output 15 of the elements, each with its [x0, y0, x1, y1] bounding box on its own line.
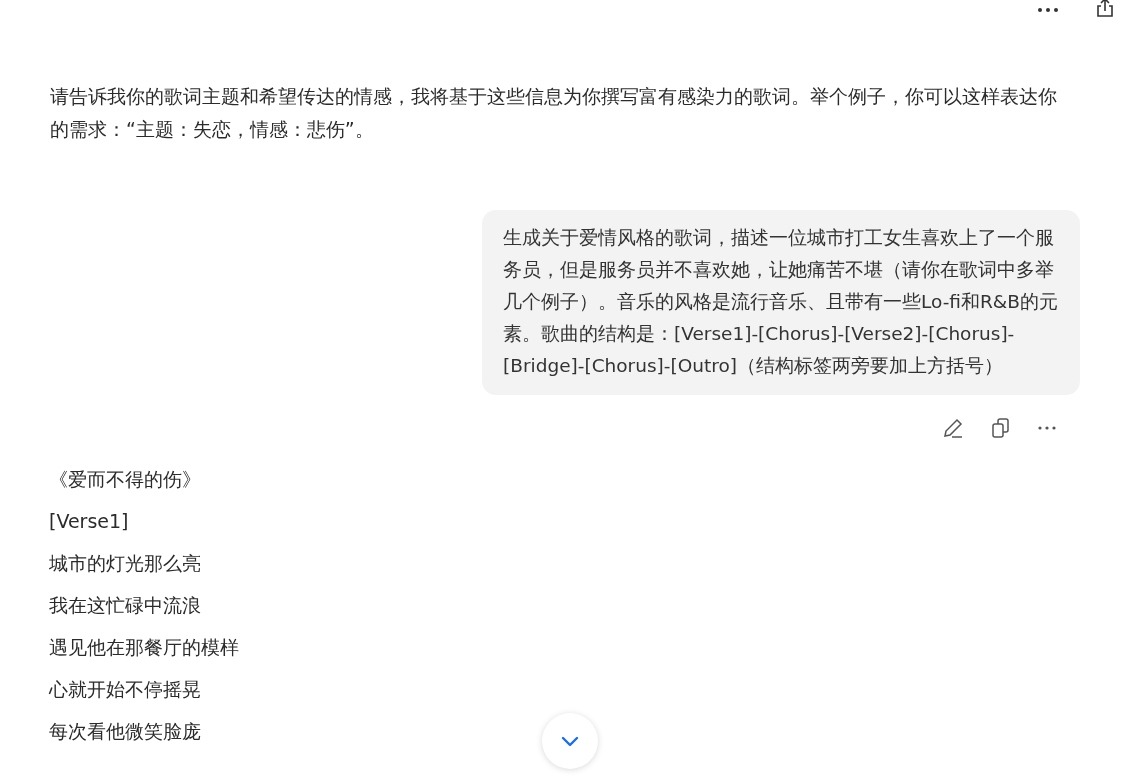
reply-line: 城市的灯光那么亮 [49, 551, 201, 576]
reply-line: 我在这忙碌中流浪 [49, 593, 201, 618]
reply-line: [Verse1] [49, 509, 129, 534]
edit-icon[interactable] [942, 417, 964, 439]
reply-line: 心就开始不停摇晃 [49, 677, 201, 702]
reply-line: 《爱而不得的伤》 [49, 467, 201, 492]
reply-line: 每次看他微笑脸庞 [49, 719, 201, 744]
more-icon[interactable] [1038, 426, 1056, 430]
reply-line: 遇见他在那餐厅的模样 [49, 635, 239, 660]
copy-icon[interactable] [992, 418, 1010, 438]
share-icon[interactable] [1095, 0, 1115, 18]
assistant-message: 请告诉我你的歌词主题和希望传达的情感，我将基于这些信息为你撰写富有感染力的歌词。举个例子，你可以这样表达你的需求：“主题：失恋，情感：悲伤”。 [50, 84, 1058, 142]
user-message: 生成关于爱情风格的歌词，描述一位城市打工女生喜欢上了一个服务员，但是服务员并不喜欢她，让她痛苦不堪（请你在歌词中多举几个例子）。音乐的风格是流行音乐、且带有一些Lo-fi和R&B的元素。歌曲的结构是：[Verse1]-[Chorus]-[Verse2]-[Chorus]-[Bridge]-[Chorus]-[Outro]（结构标签两旁要加上方括号） [482, 210, 1080, 395]
chevron-down-icon [560, 735, 580, 747]
more-icon[interactable] [1037, 7, 1059, 13]
